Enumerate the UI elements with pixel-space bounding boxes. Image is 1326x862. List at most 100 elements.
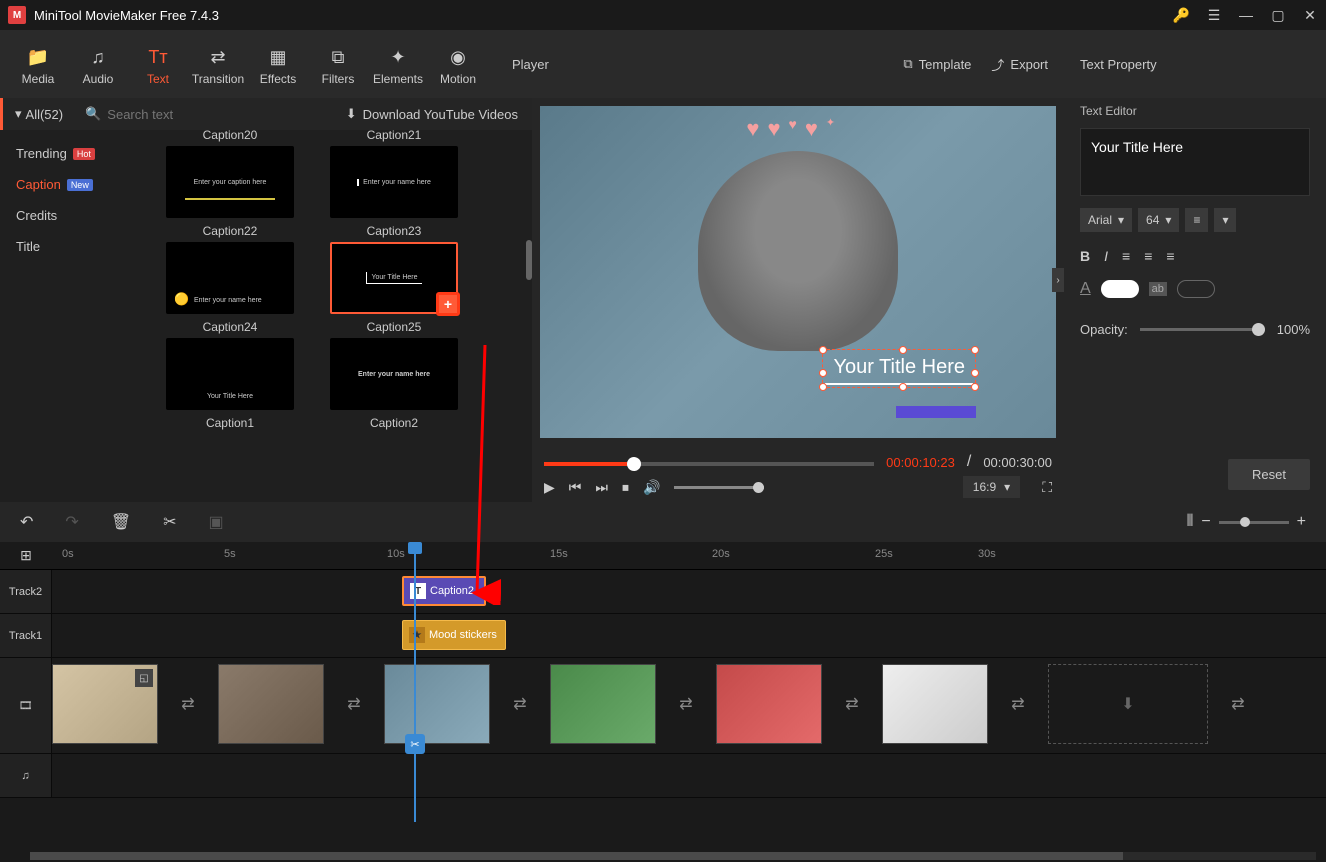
stop-button[interactable]: ⏹	[622, 479, 629, 496]
audio-track-body[interactable]	[52, 754, 1326, 797]
tab-transition[interactable]: ⇄Transition	[188, 34, 248, 98]
text-icon: Tᴛ	[148, 47, 167, 68]
media-clip[interactable]	[550, 664, 656, 744]
track2-label: Track2	[0, 570, 52, 613]
scrollbar[interactable]	[526, 240, 532, 280]
redo-button[interactable]: ↷	[65, 512, 78, 532]
transition-slot[interactable]: ⇄	[824, 664, 880, 744]
track2-body[interactable]: TCaption2	[52, 570, 1326, 613]
close-button[interactable]: ✕	[1302, 7, 1318, 23]
tab-text[interactable]: TᴛText	[128, 34, 188, 98]
volume-slider[interactable]	[674, 486, 764, 489]
line-spacing-button[interactable]: ≡	[1185, 208, 1208, 232]
tab-audio[interactable]: ♫Audio	[68, 34, 128, 98]
delete-button[interactable]: 🗑	[111, 512, 131, 532]
text-input-box[interactable]: Your Title Here	[1080, 128, 1310, 196]
chevron-down-icon: ▾	[1165, 213, 1171, 227]
empty-media-slot[interactable]: ⬇	[1048, 664, 1208, 744]
media-clip[interactable]: ◱	[52, 664, 158, 744]
fullscreen-button[interactable]: ⛶	[1042, 479, 1052, 496]
split-at-playhead-icon[interactable]: ✂	[405, 734, 425, 754]
aspect-ratio-dropdown[interactable]: 16:9▾	[963, 476, 1020, 498]
align-left-button[interactable]: ≡	[1122, 248, 1130, 264]
caption-thumb[interactable]: Enter your name hereCaption2	[324, 338, 464, 430]
search-input[interactable]	[107, 107, 207, 122]
tab-motion[interactable]: ◉Motion	[428, 34, 488, 98]
media-clip[interactable]	[716, 664, 822, 744]
category-title[interactable]: Title	[0, 231, 152, 262]
thumb-label: Caption21	[324, 130, 464, 142]
text-overlay[interactable]: Your Title Here	[822, 349, 976, 388]
time-total: 00:00:30:00	[983, 455, 1052, 470]
mood-clip[interactable]: ★Mood stickers	[402, 620, 506, 650]
transition-slot[interactable]: ⇄	[1210, 664, 1266, 744]
prev-frame-button[interactable]: ⏮	[569, 479, 582, 496]
zoom-slider[interactable]	[1219, 521, 1289, 524]
caption-thumb[interactable]: 🟡Enter your name hereCaption24	[160, 242, 300, 334]
size-dropdown[interactable]: 64▾	[1138, 208, 1179, 232]
media-clip[interactable]	[882, 664, 988, 744]
caption-thumb[interactable]: Enter your caption hereCaption22	[160, 146, 300, 238]
media-clip[interactable]	[218, 664, 324, 744]
transition-slot[interactable]: ⇄	[326, 664, 382, 744]
media-clip[interactable]	[384, 664, 490, 744]
toolbar: 📁Media ♫Audio TᴛText ⇄Transition ▦Effect…	[0, 30, 1326, 98]
highlight-icon[interactable]: ab	[1149, 282, 1167, 296]
play-button[interactable]: ▶	[544, 479, 555, 496]
ruler[interactable]: 0s 5s 10s 15s 20s 25s 30s	[52, 542, 1326, 569]
caption-thumb-selected[interactable]: Your Title Here+Caption25	[324, 242, 464, 334]
maximize-button[interactable]: ▢	[1270, 7, 1286, 23]
bold-button[interactable]: B	[1080, 248, 1090, 264]
license-key-icon[interactable]: 🔑	[1173, 7, 1190, 24]
split-button[interactable]: ✂	[163, 512, 176, 532]
transition-slot[interactable]: ⇄	[990, 664, 1046, 744]
transition-slot[interactable]: ⇄	[160, 664, 216, 744]
folder-icon: 📁	[27, 47, 49, 68]
volume-icon[interactable]: 🔊	[643, 479, 660, 496]
category-trending[interactable]: TrendingHot	[0, 138, 152, 169]
export-button[interactable]: ⤴Export	[991, 55, 1048, 74]
add-media-button[interactable]: ⊞	[0, 542, 52, 569]
video-track-body[interactable]: ◱ ⇄ ⇄ ⇄ ⇄ ⇄ ⇄ ⬇ ⇄	[52, 658, 1326, 753]
caption-thumb[interactable]: Enter your name hereCaption23	[324, 146, 464, 238]
snap-icon[interactable]: ⫴	[1187, 513, 1194, 531]
add-button[interactable]: +	[436, 292, 460, 316]
zoom-in-button[interactable]: +	[1297, 513, 1306, 531]
track1-body[interactable]: ★Mood stickers	[52, 614, 1326, 657]
menu-icon[interactable]: ☰	[1206, 7, 1222, 23]
reset-button[interactable]: Reset	[1228, 459, 1310, 490]
expand-panel-button[interactable]: ›	[1052, 268, 1064, 292]
playhead[interactable]: ✂	[414, 542, 416, 822]
more-dropdown[interactable]: ▾	[1214, 208, 1236, 232]
caption-thumb[interactable]: Your Title HereCaption1	[160, 338, 300, 430]
undo-button[interactable]: ↶	[20, 512, 33, 532]
category-caption[interactable]: CaptionNew	[0, 169, 152, 200]
template-button[interactable]: ⧉Template	[903, 56, 971, 72]
font-dropdown[interactable]: Arial▾	[1080, 208, 1132, 232]
hearts-sticker: ♥♥♥♥✦	[746, 116, 835, 142]
align-right-button[interactable]: ≡	[1166, 248, 1174, 264]
transition-slot[interactable]: ⇄	[492, 664, 548, 744]
preview-area[interactable]: ♥♥♥♥✦ Your Title Here	[540, 106, 1056, 438]
crop-button[interactable]: ▣	[209, 512, 224, 532]
text-color-swatch[interactable]	[1101, 280, 1139, 298]
align-center-button[interactable]: ≡	[1144, 248, 1152, 264]
tab-media[interactable]: 📁Media	[8, 34, 68, 98]
tab-effects[interactable]: ▦Effects	[248, 34, 308, 98]
text-color-icon[interactable]: A	[1080, 280, 1091, 298]
seek-bar[interactable]	[544, 462, 874, 466]
opacity-slider[interactable]	[1140, 328, 1265, 331]
italic-button[interactable]: I	[1104, 248, 1108, 264]
zoom-out-button[interactable]: −	[1201, 513, 1210, 531]
tab-filters[interactable]: ⧉Filters	[308, 34, 368, 98]
next-frame-button[interactable]: ⏭	[595, 479, 608, 496]
tab-elements[interactable]: ✦Elements	[368, 34, 428, 98]
category-all-dropdown[interactable]: ▾All(52)	[0, 98, 75, 130]
horizontal-scrollbar[interactable]	[30, 852, 1316, 860]
download-youtube-button[interactable]: ⬇Download YouTube Videos	[332, 106, 532, 122]
category-credits[interactable]: Credits	[0, 200, 152, 231]
highlight-color-swatch[interactable]	[1177, 280, 1215, 298]
export-icon: ⤴	[991, 55, 1004, 74]
transition-slot[interactable]: ⇄	[658, 664, 714, 744]
minimize-button[interactable]: —	[1238, 7, 1254, 23]
